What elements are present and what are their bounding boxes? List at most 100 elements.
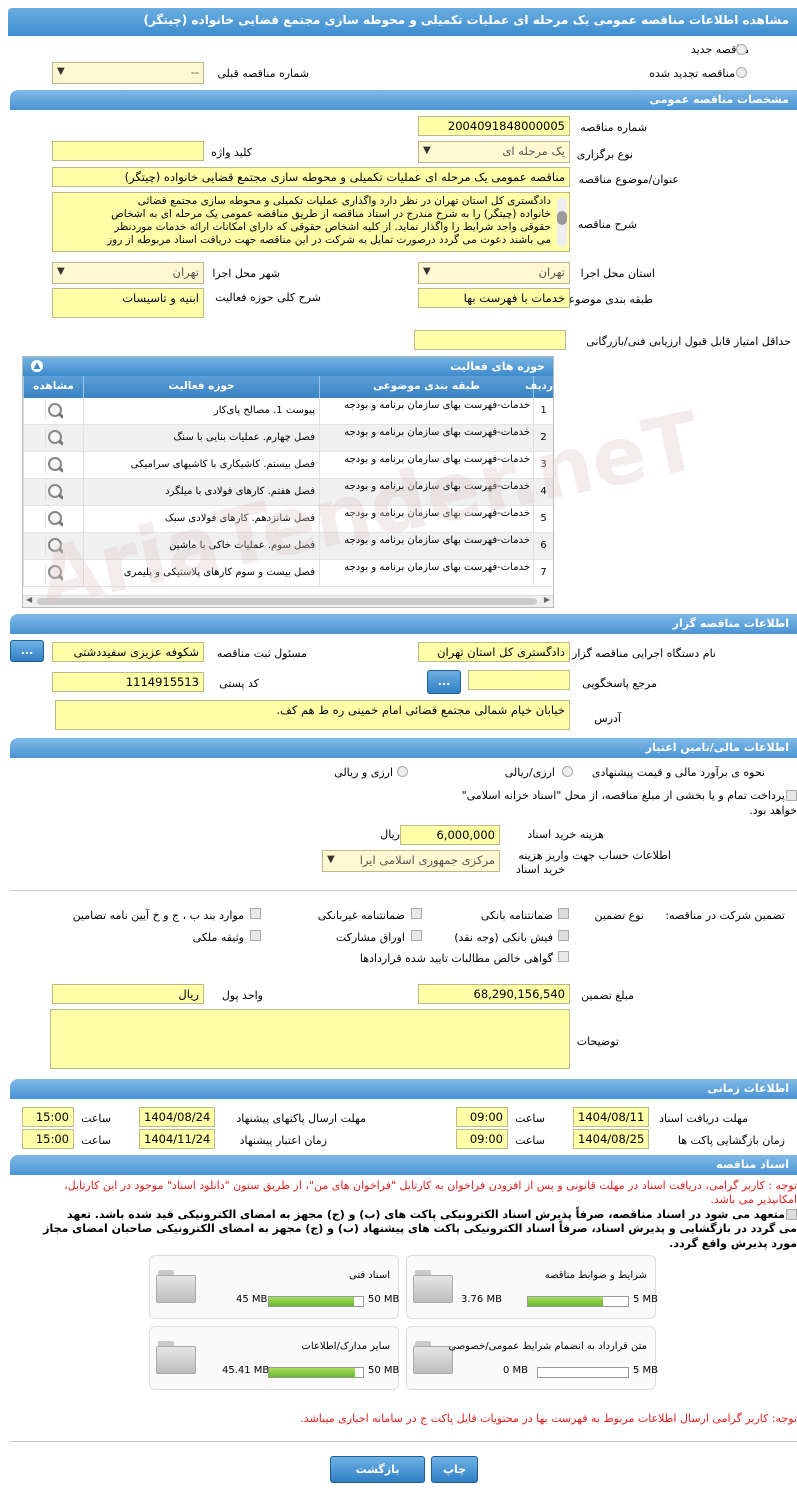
send-time[interactable]: 15:00	[22, 1107, 74, 1127]
page-title: مشاهده اطلاعات مناقصه عمومی یک مرحله ای …	[8, 8, 797, 36]
commit-text-2: می گردد در بازگشایی و پذیرش اسناد، صرفاً…	[43, 1222, 797, 1235]
resp-lookup-button[interactable]: ...	[10, 640, 44, 662]
section-timing-header: اطلاعات زمانی	[10, 1079, 797, 1099]
items-bcd-label: موارد بند ب ، ج و خ آیین نامه تضامین	[72, 909, 244, 922]
scroll-left-icon[interactable]: ◀	[26, 595, 32, 604]
property-label: وثیقه ملکی	[192, 931, 244, 944]
renewed-tender-radio[interactable]	[736, 67, 747, 78]
send-label: مهلت ارسال پاکتهای پیشنهاد	[236, 1112, 366, 1125]
time-label: ساعت	[81, 1112, 111, 1125]
file-card[interactable]: اسناد فنی 45 MB 50 MB	[149, 1255, 399, 1319]
print-button[interactable]: چاپ	[431, 1456, 478, 1483]
ref-field[interactable]	[468, 670, 570, 690]
docs-note-1: توجه : کاربر گرامی، دریافت اسناد در مهلت…	[64, 1179, 797, 1192]
notes-field[interactable]	[50, 1009, 570, 1069]
city-select[interactable]: ▼ تهران	[52, 262, 204, 284]
grid-h-scrollbar[interactable]: ◀ ▶	[23, 595, 553, 607]
amount-field[interactable]: 68,290,156,540	[418, 984, 570, 1004]
bank-checkbox[interactable]	[558, 908, 569, 919]
scroll-right-icon[interactable]: ▶	[544, 595, 550, 604]
currency-radio[interactable]	[562, 766, 573, 777]
view-icon[interactable]	[44, 537, 63, 555]
bank-label: ضمانتنامه بانکی	[480, 909, 553, 922]
valid-date[interactable]: 1404/11/24	[139, 1129, 215, 1149]
view-icon[interactable]	[44, 564, 63, 582]
amount-label: مبلغ تضمین	[581, 989, 634, 1002]
address-label: آدرس	[594, 712, 621, 725]
recv-time[interactable]: 09:00	[456, 1107, 508, 1127]
category-field[interactable]: خدمات با فهرست بها	[418, 288, 570, 308]
bonds-label: اوراق مشارکت	[335, 931, 405, 944]
desc-scrollbar[interactable]	[557, 197, 567, 247]
min-score-field[interactable]	[414, 330, 566, 350]
view-icon[interactable]	[44, 456, 63, 474]
section-organizer-header: اطلاعات مناقصه گزار	[10, 614, 797, 634]
commit-checkbox[interactable]	[786, 1209, 797, 1220]
property-checkbox[interactable]	[250, 930, 261, 941]
recv-label: مهلت دریافت اسناد	[659, 1112, 748, 1125]
view-icon[interactable]	[44, 510, 63, 528]
send-date[interactable]: 1404/08/24	[139, 1107, 215, 1127]
ref-lookup-button[interactable]: ...	[427, 670, 461, 694]
treasury-checkbox[interactable]	[786, 790, 797, 801]
tender-number-field[interactable]: 2004091848000005	[418, 116, 570, 136]
prev-number-select[interactable]: ▼ --	[52, 62, 204, 84]
desc-textarea[interactable]: دادگستری کل استان تهران در نظر دارد واگذ…	[52, 192, 570, 252]
file-card[interactable]: متن قرارداد به انضمام شرایط عمومی/خصوصی …	[406, 1326, 658, 1390]
min-score-label: حداقل امتیاز قابل قبول ارزیابی فنی/بازرگ…	[586, 335, 791, 348]
table-row: 1 خدمات-فهرست بهای سازمان برنامه و بودجه پ…	[23, 398, 553, 425]
section-finance-header: اطلاعات مالی/تامین اعتبار	[10, 738, 797, 758]
resp-field[interactable]: شکوفه عزیزی سفیددشتی	[52, 642, 204, 662]
view-icon[interactable]	[44, 429, 63, 447]
category-label: طبقه بندی موضوعی	[559, 293, 653, 306]
treasury-label-1: پرداخت تمام و یا بخشی از مبلغ مناقصه، از…	[461, 789, 785, 802]
new-tender-radio[interactable]	[736, 44, 747, 55]
nonbank-checkbox[interactable]	[411, 908, 422, 919]
divider	[10, 890, 797, 891]
commit-text-1: متعهد می شود در اسناد مناقصه، صرفاً پذیر…	[67, 1208, 785, 1221]
currency2-radio[interactable]	[397, 766, 408, 777]
estimate-label: نحوه ی برآورد مالی و قیمت پیشنهادی	[591, 766, 765, 779]
file-card[interactable]: شرایط و ضوابط مناقصه 3.76 MB 5 MB	[406, 1255, 658, 1319]
scope-field[interactable]: ابنیه و تاسیسات	[52, 288, 204, 318]
view-icon[interactable]	[44, 483, 63, 501]
activity-grid: حوزه های فعالیت ▲ ردیف طبقه بندی موضوعی ح…	[22, 356, 554, 608]
chevron-down-icon: ▼	[423, 145, 431, 156]
table-row: 5 خدمات-فهرست بهای سازمان برنامه و بودجه ف…	[23, 506, 553, 533]
bonds-checkbox[interactable]	[411, 930, 422, 941]
open-date[interactable]: 1404/08/25	[573, 1129, 649, 1149]
org-field[interactable]: دادگستری کل استان تهران	[418, 642, 570, 662]
col-category: طبقه بندی موضوعی	[319, 376, 533, 398]
table-row: 4 خدمات-فهرست بهای سازمان برنامه و بودجه ف…	[23, 479, 553, 506]
items-bcd-checkbox[interactable]	[250, 908, 261, 919]
chevron-down-icon: ▼	[57, 66, 65, 77]
keyword-field[interactable]	[52, 141, 204, 161]
time-label: ساعت	[515, 1112, 545, 1125]
account-select[interactable]: ▼ مرکزی جمهوری اسلامی ایرا	[322, 850, 500, 872]
docs-note-3: توجه: کاربر گرامی ارسال اطلاعات مربوط به…	[300, 1412, 797, 1425]
cert-checkbox[interactable]	[558, 951, 569, 962]
currency-unit-field[interactable]: ریال	[52, 984, 204, 1004]
subject-field[interactable]: مناقصه عمومی یک مرحله ای عملیات تکمیلی و…	[52, 167, 570, 187]
type-label: نوع برگزاری	[576, 148, 633, 161]
folder-icon	[413, 1339, 453, 1374]
resp-label: مسئول ثبت مناقصه	[216, 647, 307, 660]
desc-label: شرح مناقصه	[577, 218, 637, 231]
treasury-label-2: خواهد بود.	[749, 804, 797, 817]
province-select[interactable]: ▼ تهران	[418, 262, 570, 284]
collapse-icon[interactable]: ▲	[31, 360, 43, 372]
recv-date[interactable]: 1404/08/11	[573, 1107, 649, 1127]
type-select[interactable]: ▼ یک مرحله ای	[418, 141, 570, 163]
valid-time[interactable]: 15:00	[22, 1129, 74, 1149]
cert-label: گواهی خالص مطالبات تایید شده قراردادها	[359, 952, 553, 965]
back-button[interactable]: بازگشت	[330, 1456, 425, 1483]
receipt-checkbox[interactable]	[558, 930, 569, 941]
table-row: 6 خدمات-فهرست بهای سازمان برنامه و بودجه ف…	[23, 533, 553, 560]
open-time[interactable]: 09:00	[456, 1129, 508, 1149]
divider	[10, 1441, 797, 1442]
postal-field[interactable]: 1114915513	[52, 672, 204, 692]
fee-field[interactable]: 6,000,000	[400, 825, 500, 845]
file-card[interactable]: سایر مدارک/اطلاعات 45.41 MB 50 MB	[149, 1326, 399, 1390]
address-field[interactable]: خیابان خیام شمالی مجتمع قضائی امام خمینی…	[55, 700, 570, 730]
view-icon[interactable]	[44, 402, 63, 420]
